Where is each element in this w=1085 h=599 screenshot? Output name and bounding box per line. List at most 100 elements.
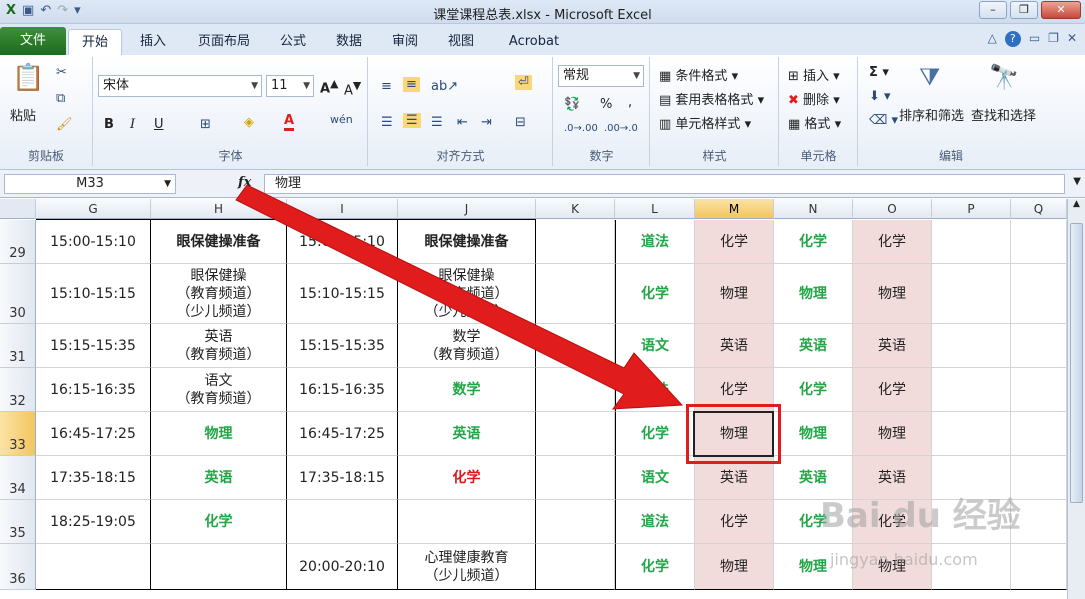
cell-g36[interactable] [36, 544, 151, 590]
align-left-icon[interactable]: ☰ [381, 115, 393, 130]
cell-g30[interactable]: 15:10-15:15 [36, 264, 151, 324]
copy-icon[interactable]: ⧉ [56, 91, 65, 106]
cell-g29[interactable]: 15:00-15:10 [36, 220, 151, 264]
row-header-32[interactable]: 32 [0, 368, 36, 412]
cell-k35[interactable] [536, 500, 615, 544]
row-header-31[interactable]: 31 [0, 324, 36, 368]
cell-m35[interactable]: 化学 [695, 500, 774, 544]
cell-q29[interactable] [1011, 220, 1067, 264]
row-header-34[interactable]: 34 [0, 456, 36, 500]
row-header-35[interactable]: 35 [0, 500, 36, 544]
cell-k29[interactable] [536, 220, 615, 264]
wrap-text-icon[interactable]: ⏎ [515, 75, 532, 90]
align-center-icon[interactable]: ☰ [403, 113, 421, 128]
cell-i32[interactable]: 16:15-16:35 [287, 368, 398, 412]
cell-l29[interactable]: 道法 [615, 220, 695, 264]
cell-l31[interactable]: 语文 [615, 324, 695, 368]
currency-icon[interactable]: 💱 [564, 97, 580, 112]
cell-l30[interactable]: 化学 [615, 264, 695, 324]
cell-m29[interactable]: 化学 [695, 220, 774, 264]
merge-center-icon[interactable]: ⊟ [515, 115, 526, 130]
cell-h36[interactable] [151, 544, 287, 590]
cell-k34[interactable] [536, 456, 615, 500]
paste-label[interactable]: 粘贴 [10, 105, 36, 124]
cell-p29[interactable] [932, 220, 1011, 264]
cell-j33[interactable]: 英语 [398, 412, 536, 456]
percent-icon[interactable]: % [600, 97, 612, 112]
clear-icon[interactable]: ⌫ ▾ [869, 113, 898, 128]
cell-m36[interactable]: 物理 [695, 544, 774, 590]
delete-cells-button[interactable]: ✖ 删除 ▾ [788, 89, 840, 108]
italic-button[interactable]: I [130, 117, 135, 132]
number-format-select[interactable]: 常规 ▼ [558, 65, 644, 87]
formula-input[interactable]: 物理 [264, 174, 1065, 194]
column-header-l[interactable]: L [615, 199, 695, 219]
cell-o32[interactable]: 化学 [853, 368, 932, 412]
close-icon[interactable]: ✕ [1067, 31, 1077, 47]
font-color-icon[interactable]: A [284, 113, 295, 131]
cell-l32[interactable]: 道法 [615, 368, 695, 412]
cell-n30[interactable]: 物理 [774, 264, 853, 324]
autosum-icon[interactable]: Σ ▾ [869, 65, 889, 80]
cell-h35[interactable]: 化学 [151, 500, 287, 544]
increase-decimal-icon[interactable]: .0→.00 [564, 123, 598, 134]
align-right-icon[interactable]: ☰ [431, 115, 443, 130]
cell-q30[interactable] [1011, 264, 1067, 324]
cell-styles-button[interactable]: ▥ 单元格样式 ▾ [659, 113, 751, 132]
cell-l35[interactable]: 道法 [615, 500, 695, 544]
tab-review[interactable]: 审阅 [382, 29, 428, 55]
cell-j35[interactable] [398, 500, 536, 544]
row-header-29[interactable]: 29 [0, 220, 36, 264]
find-select-icon[interactable]: 🔭 [989, 63, 1019, 91]
tab-view[interactable]: 视图 [438, 29, 484, 55]
cut-icon[interactable]: ✂ [56, 65, 67, 80]
cell-h33[interactable]: 物理 [151, 412, 287, 456]
cell-j29[interactable]: 眼保健操准备 [398, 220, 536, 264]
tab-acrobat[interactable]: Acrobat [500, 29, 568, 55]
cell-i35[interactable] [287, 500, 398, 544]
orientation-icon[interactable]: ab↗ [431, 79, 458, 94]
column-header-n[interactable]: N [774, 199, 853, 219]
cell-p30[interactable] [932, 264, 1011, 324]
comma-icon[interactable]: , [628, 95, 632, 110]
tab-formulas[interactable]: 公式 [270, 29, 316, 55]
column-header-o[interactable]: O [853, 199, 932, 219]
cell-o30[interactable]: 物理 [853, 264, 932, 324]
cell-m30[interactable]: 物理 [695, 264, 774, 324]
find-select-label[interactable]: 查找和选择 [971, 105, 1036, 124]
tab-insert[interactable]: 插入 [128, 29, 178, 55]
cell-q31[interactable] [1011, 324, 1067, 368]
cell-k32[interactable] [536, 368, 615, 412]
scroll-up-icon[interactable]: ▲ [1068, 199, 1085, 215]
column-header-k[interactable]: K [536, 199, 615, 219]
vertical-scrollbar[interactable]: ▲ [1067, 199, 1085, 599]
bold-button[interactable]: B [104, 117, 114, 132]
cell-g31[interactable]: 15:15-15:35 [36, 324, 151, 368]
minimize-icon[interactable]: ▭ [1029, 31, 1040, 47]
cell-h34[interactable]: 英语 [151, 456, 287, 500]
cell-n33[interactable]: 物理 [774, 412, 853, 456]
cell-i34[interactable]: 17:35-18:15 [287, 456, 398, 500]
cell-i36[interactable]: 20:00-20:10 [287, 544, 398, 590]
cell-g34[interactable]: 17:35-18:15 [36, 456, 151, 500]
decrease-decimal-icon[interactable]: .00→.0 [604, 123, 638, 134]
cell-j31[interactable]: 数学 （教育频道） [398, 324, 536, 368]
align-middle-icon[interactable]: ≡ [403, 77, 420, 92]
cell-i30[interactable]: 15:10-15:15 [287, 264, 398, 324]
cell-j30[interactable]: 眼保健操 （教育频道） （少儿频道） [398, 264, 536, 324]
name-box[interactable]: M33 ▼ [4, 174, 176, 194]
column-header-j[interactable]: J [398, 199, 536, 219]
cell-j32[interactable]: 数学 [398, 368, 536, 412]
column-header-p[interactable]: P [932, 199, 1011, 219]
cell-q36[interactable] [1011, 544, 1067, 590]
cell-h31[interactable]: 英语 （教育频道） [151, 324, 287, 368]
cell-h30[interactable]: 眼保健操 （教育频道） （少儿频道） [151, 264, 287, 324]
cell-k30[interactable] [536, 264, 615, 324]
cell-k31[interactable] [536, 324, 615, 368]
cell-g32[interactable]: 16:15-16:35 [36, 368, 151, 412]
cell-q32[interactable] [1011, 368, 1067, 412]
sort-filter-label[interactable]: 排序和筛选 [899, 105, 964, 124]
cell-j36[interactable]: 心理健康教育 （少儿频道） [398, 544, 536, 590]
ribbon-collapse-icon[interactable]: △ [988, 31, 997, 47]
decrease-indent-icon[interactable]: ⇤ [457, 115, 468, 130]
